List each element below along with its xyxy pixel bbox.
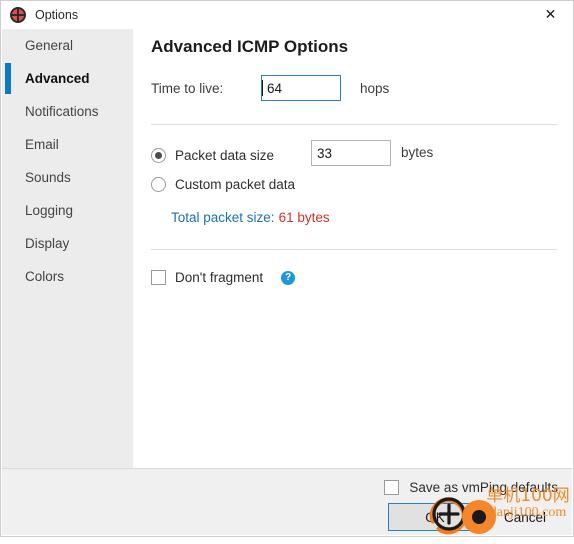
selected-accent-bar <box>5 63 11 94</box>
advanced-settings-panel: Advanced ICMP Options Time to live: hops… <box>133 29 572 468</box>
dont-fragment-label: Don't fragment <box>175 270 264 285</box>
packet-data-size-radio[interactable] <box>151 148 166 163</box>
sidebar-item-advanced[interactable]: Advanced <box>2 62 133 95</box>
time-to-live-input[interactable] <box>261 75 341 101</box>
packet-data-size-label: Packet data size <box>175 148 275 163</box>
packet-data-size-row[interactable]: Packet data size <box>151 148 274 163</box>
total-packet-size-label: Total packet size: <box>171 210 275 225</box>
custom-packet-data-row[interactable]: Custom packet data <box>151 177 295 192</box>
close-icon[interactable]: ✕ <box>528 1 573 29</box>
sidebar-item-notifications[interactable]: Notifications <box>2 95 133 128</box>
sidebar-item-display[interactable]: Display <box>2 227 133 260</box>
section-divider <box>151 249 557 250</box>
save-defaults-label: Save as vmPing defaults <box>409 480 558 495</box>
total-packet-size-value: 61 bytes <box>278 210 330 225</box>
options-dialog: Options ✕ General Advanced Notifications… <box>0 0 574 537</box>
sidebar-item-email[interactable]: Email <box>2 128 133 161</box>
packet-data-size-unit: bytes <box>401 145 434 160</box>
sidebar-item-label: Sounds <box>25 170 71 185</box>
custom-packet-data-radio[interactable] <box>151 177 166 192</box>
dont-fragment-row[interactable]: Don't fragment ? <box>151 270 296 285</box>
sidebar-item-label: Colors <box>25 269 65 284</box>
save-defaults-row[interactable]: Save as vmPing defaults <box>384 480 558 495</box>
page-title: Advanced ICMP Options <box>151 37 349 56</box>
sidebar-item-label: Logging <box>25 203 74 218</box>
dialog-footer: Save as vmPing defaults OK Cancel <box>2 468 572 535</box>
app-target-icon <box>10 7 26 23</box>
sidebar-item-colors[interactable]: Colors <box>2 260 133 293</box>
section-divider <box>151 124 557 125</box>
title-bar: Options ✕ <box>1 1 573 29</box>
sidebar-item-label: Display <box>25 236 70 251</box>
sidebar-item-label: Advanced <box>25 71 90 86</box>
cancel-button[interactable]: Cancel <box>488 503 562 531</box>
sidebar-item-logging[interactable]: Logging <box>2 194 133 227</box>
time-to-live-unit: hops <box>360 80 390 96</box>
packet-data-size-input[interactable] <box>311 140 391 166</box>
sidebar-item-label: Notifications <box>25 104 99 119</box>
dont-fragment-checkbox[interactable] <box>151 270 166 285</box>
custom-packet-data-label: Custom packet data <box>175 177 296 192</box>
text-caret <box>262 80 263 96</box>
time-to-live-row: Time to live: hops <box>151 75 389 101</box>
settings-sidebar: General Advanced Notifications Email Sou… <box>2 29 133 468</box>
time-to-live-label: Time to live: <box>151 80 224 96</box>
ok-button[interactable]: OK <box>388 503 482 531</box>
sidebar-item-label: General <box>25 38 74 53</box>
total-packet-size: Total packet size: 61 bytes <box>171 210 330 225</box>
sidebar-item-label: Email <box>25 137 59 152</box>
sidebar-item-general[interactable]: General <box>2 29 133 62</box>
window-title: Options <box>35 7 79 22</box>
sidebar-item-sounds[interactable]: Sounds <box>2 161 133 194</box>
save-defaults-checkbox[interactable] <box>384 480 400 495</box>
question-mark-help-icon[interactable]: ? <box>281 270 296 285</box>
